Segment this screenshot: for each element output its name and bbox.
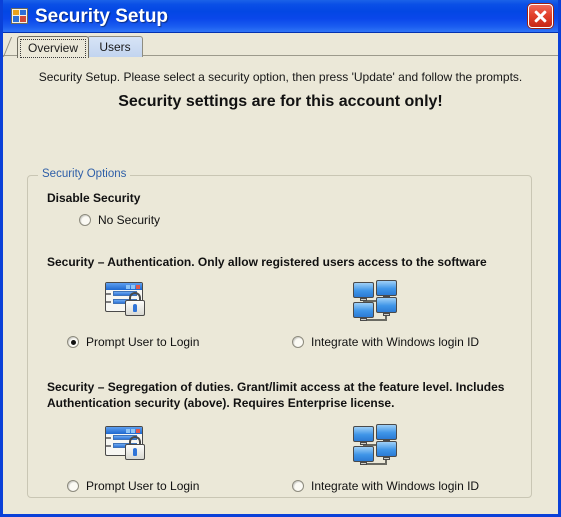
tab-focus-ring: [20, 39, 86, 58]
section-title-segregation-line1: Security – Segregation of duties. Grant/…: [47, 380, 505, 394]
radio-auth-prompt-user[interactable]: Prompt User to Login: [67, 335, 199, 349]
radio-auth-prompt-user-label: Prompt User to Login: [86, 335, 200, 349]
radio-indicator: [67, 336, 79, 348]
radio-no-security-label: No Security: [98, 213, 161, 227]
intro-text: Security Setup. Please select a security…: [38, 70, 523, 84]
radio-no-security[interactable]: No Security: [79, 213, 160, 227]
radio-auth-windows-login[interactable]: Integrate with Windows login ID: [292, 335, 479, 349]
section-title-disable-security: Disable Security: [47, 191, 141, 205]
security-setup-window: Security Setup Overview Users Security S…: [0, 0, 561, 517]
tab-strip: Overview Users: [3, 33, 558, 58]
radio-indicator: [79, 214, 91, 226]
radio-segregation-prompt-user-label: Prompt User to Login: [86, 479, 200, 493]
login-dialog-lock-icon: [103, 280, 151, 322]
radio-segregation-windows-login[interactable]: Integrate with Windows login ID: [292, 479, 479, 493]
radio-indicator: [292, 336, 304, 348]
title-bar: Security Setup: [3, 0, 558, 33]
radio-segregation-windows-login-label: Integrate with Windows login ID: [311, 479, 480, 493]
tab-users[interactable]: Users: [87, 36, 143, 57]
network-computers-icon-2: [352, 424, 400, 466]
security-options-group: Security Options Disable Security No Sec…: [27, 168, 532, 498]
group-legend: Security Options: [38, 168, 131, 180]
tab-overview[interactable]: Overview: [17, 36, 89, 58]
tab-users-label: Users: [99, 40, 131, 54]
section-title-authentication: Security – Authentication. Only allow re…: [47, 255, 487, 269]
window-form-icon: [11, 8, 28, 24]
radio-indicator: [67, 480, 79, 492]
window-title: Security Setup: [35, 5, 169, 27]
radio-indicator: [292, 480, 304, 492]
section-title-segregation-line2: Authentication security (above). Require…: [47, 396, 395, 410]
radio-segregation-prompt-user[interactable]: Prompt User to Login: [67, 479, 199, 493]
radio-auth-windows-login-label: Integrate with Windows login ID: [311, 335, 480, 349]
content-area: Security Setup. Please select a security…: [3, 56, 558, 498]
close-icon[interactable]: [528, 4, 553, 28]
network-computers-icon: [352, 280, 400, 322]
headline-text: Security settings are for this account o…: [118, 93, 443, 110]
login-dialog-lock-icon-2: [103, 424, 151, 466]
